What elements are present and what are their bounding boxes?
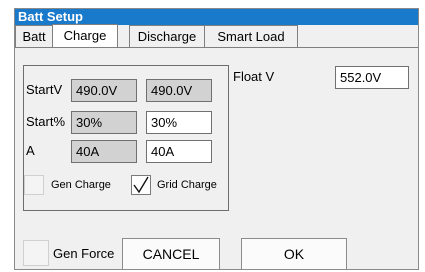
grid-charge-checkbox[interactable] <box>131 175 151 195</box>
float-v-label: Float V <box>233 69 275 84</box>
tab-divider <box>15 47 418 48</box>
tab-charge[interactable]: Charge <box>52 24 118 48</box>
tab-batt[interactable]: Batt <box>15 25 53 47</box>
ok-button[interactable]: OK <box>241 238 347 270</box>
float-v-input[interactable]: 552.0V <box>335 66 409 89</box>
gen-charge-label: Gen Charge <box>51 179 111 191</box>
tab-bar: Batt Charge Discharge Smart Load <box>15 24 418 48</box>
current-a-input[interactable]: 40A <box>146 140 212 163</box>
start-percent-input[interactable]: 30% <box>146 111 212 134</box>
tab-discharge[interactable]: Discharge <box>129 25 205 47</box>
gen-force-label: Gen Force <box>53 246 115 261</box>
checkmark-icon <box>133 176 149 194</box>
start-percent-label: Start% <box>26 114 66 129</box>
current-a-current-value: 40A <box>71 140 137 163</box>
gen-charge-checkbox[interactable] <box>24 175 44 195</box>
batt-setup-window: Batt Setup Batt Charge Discharge Smart L… <box>14 8 419 270</box>
window-title: Batt Setup <box>15 9 418 25</box>
charge-settings-group: StartV 490.0V 490.0V Start% 30% 30% A 40… <box>23 65 229 211</box>
start-percent-current-value: 30% <box>71 111 137 134</box>
startv-input[interactable]: 490.0V <box>146 79 212 102</box>
gen-force-checkbox[interactable] <box>23 240 49 266</box>
tab-smart-load[interactable]: Smart Load <box>204 25 298 47</box>
grid-charge-label: Grid Charge <box>157 179 217 191</box>
cancel-button[interactable]: CANCEL <box>122 238 220 270</box>
startv-label: StartV <box>26 82 63 97</box>
startv-current-value: 490.0V <box>71 79 137 102</box>
current-a-label: A <box>26 143 35 158</box>
